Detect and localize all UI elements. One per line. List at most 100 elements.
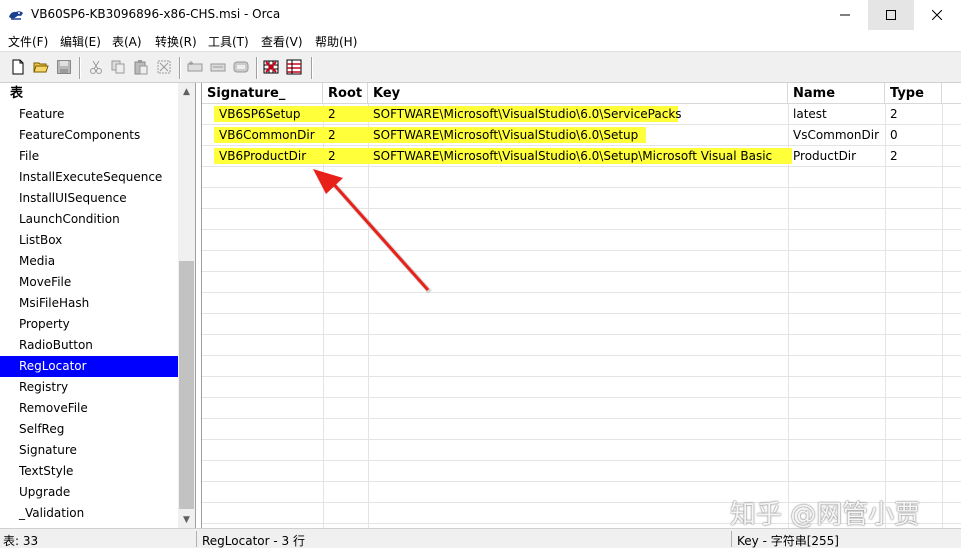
minimize-button[interactable] — [822, 0, 868, 30]
table-row[interactable] — [202, 419, 961, 440]
name-cell[interactable]: ProductDir — [788, 146, 885, 167]
table-list-item[interactable]: FeatureComponents — [0, 125, 178, 146]
table-list-item[interactable]: RadioButton — [0, 335, 178, 356]
table-list-item[interactable]: MsiFileHash — [0, 293, 178, 314]
menu-view[interactable]: 查看(V) — [261, 33, 303, 50]
add-row-icon[interactable] — [187, 59, 203, 75]
table-row[interactable] — [202, 356, 961, 377]
menu-edit[interactable]: 编辑(E) — [60, 33, 101, 50]
table-list-item[interactable]: ListBox — [0, 230, 178, 251]
column-header-name[interactable]: Name — [788, 83, 885, 104]
merge-icon[interactable] — [286, 59, 302, 75]
grid-rows: VB6SP6Setup 2 SOFTWARE\Microsoft\VisualStu… — [202, 104, 961, 524]
table-list-item[interactable]: InstallExecuteSequence — [0, 167, 178, 188]
table-list-item[interactable]: Feature — [0, 104, 178, 125]
root-cell[interactable]: 2 — [323, 104, 368, 125]
grid-pane: Signature_ Root Key Name Type VB6SP6Setu… — [201, 83, 961, 528]
tables-pane: 表 Feature FeatureComponents File InstallExe… — [0, 83, 196, 528]
table-icon[interactable] — [233, 59, 249, 75]
column-header-root[interactable]: Root — [323, 83, 368, 104]
table-row[interactable] — [202, 377, 961, 398]
menu-transform[interactable]: 转换(R) — [155, 33, 197, 50]
table-row[interactable] — [202, 314, 961, 335]
table-row[interactable]: VB6SP6Setup 2 SOFTWARE\Microsoft\VisualStu… — [202, 104, 961, 125]
table-list-item[interactable]: RegLocator — [0, 356, 178, 377]
table-row[interactable] — [202, 272, 961, 293]
type-cell[interactable]: 0 — [885, 125, 942, 146]
table-row[interactable]: VB6ProductDir 2 SOFTWARE\Microsoft\VisualS… — [202, 146, 961, 167]
table-row[interactable] — [202, 461, 961, 482]
table-list-item[interactable]: InstallUISequence — [0, 188, 178, 209]
table-list-item[interactable]: MoveFile — [0, 272, 178, 293]
table-list-item[interactable]: Property — [0, 314, 178, 335]
column-header-key[interactable]: Key — [368, 83, 788, 104]
tables-list: Feature FeatureComponents File InstallExecu… — [0, 104, 178, 524]
drop-row-icon[interactable] — [210, 59, 226, 75]
name-cell[interactable]: VsCommonDir — [788, 125, 885, 146]
signature-cell[interactable]: VB6ProductDir — [202, 146, 323, 167]
grid-header: Signature_ Root Key Name Type — [202, 83, 961, 104]
table-row[interactable] — [202, 209, 961, 230]
watermark: 知乎 @网管小贾 — [730, 500, 921, 530]
table-list-item[interactable]: File — [0, 146, 178, 167]
table-row[interactable] — [202, 440, 961, 461]
maximize-icon — [886, 10, 896, 20]
menu-file[interactable]: 文件(F) — [8, 33, 48, 50]
menu-tables[interactable]: 表(A) — [112, 33, 142, 50]
status-bar: 表: 33 RegLocator - 3 行 Key - 字符串[255] — [0, 528, 961, 548]
column-header-type[interactable]: Type — [885, 83, 942, 104]
name-cell[interactable]: latest — [788, 104, 885, 125]
paste-icon[interactable] — [133, 59, 149, 75]
app-icon — [9, 11, 23, 20]
title-bar: VB60SP6-KB3096896-x86-CHS.msi - Orca — [0, 0, 961, 30]
type-cell[interactable]: 2 — [885, 146, 942, 167]
save-icon[interactable] — [56, 59, 72, 75]
menu-tools[interactable]: 工具(T) — [208, 33, 249, 50]
table-row[interactable] — [202, 167, 961, 188]
table-list-item[interactable]: Registry — [0, 377, 178, 398]
table-row[interactable] — [202, 293, 961, 314]
scroll-down-icon[interactable]: ▼ — [178, 511, 195, 528]
type-cell[interactable]: 2 — [885, 104, 942, 125]
table-row[interactable] — [202, 398, 961, 419]
signature-cell[interactable]: VB6SP6Setup — [202, 104, 323, 125]
table-row[interactable] — [202, 251, 961, 272]
delete-icon[interactable] — [156, 59, 172, 75]
window-title: VB60SP6-KB3096896-x86-CHS.msi - Orca — [31, 7, 281, 21]
table-list-item[interactable]: LaunchCondition — [0, 209, 178, 230]
key-cell[interactable]: SOFTWARE\Microsoft\VisualStudio\6.0\Setu… — [368, 125, 788, 146]
open-icon[interactable] — [33, 59, 49, 75]
key-cell[interactable]: SOFTWARE\Microsoft\VisualStudio\6.0\Setu… — [368, 146, 788, 167]
root-cell[interactable]: 2 — [323, 146, 368, 167]
status-column-info: Key - 字符串[255] — [737, 534, 839, 548]
cut-icon[interactable] — [88, 59, 104, 75]
status-table-count: 表: 33 — [3, 534, 39, 548]
table-row[interactable] — [202, 335, 961, 356]
close-button[interactable] — [914, 0, 960, 30]
maximize-button[interactable] — [868, 0, 914, 30]
signature-cell[interactable]: VB6CommonDir — [202, 125, 323, 146]
table-row[interactable]: VB6CommonDir 2 SOFTWARE\Microsoft\VisualSt… — [202, 125, 961, 146]
table-list-item[interactable]: _Validation — [0, 503, 178, 524]
table-list-item[interactable]: RemoveFile — [0, 398, 178, 419]
validate-icon[interactable] — [263, 59, 279, 75]
tables-header: 表 — [10, 86, 24, 101]
toolbar — [0, 51, 961, 83]
copy-icon[interactable] — [110, 59, 126, 75]
table-list-item[interactable]: SelfReg — [0, 419, 178, 440]
menu-help[interactable]: 帮助(H) — [315, 33, 357, 50]
column-header-signature[interactable]: Signature_ — [202, 83, 323, 104]
tables-scrollbar[interactable]: ▲ ▼ — [178, 83, 195, 528]
table-list-item[interactable]: TextStyle — [0, 461, 178, 482]
table-row[interactable] — [202, 188, 961, 209]
table-list-item[interactable]: Signature — [0, 440, 178, 461]
root-cell[interactable]: 2 — [323, 125, 368, 146]
close-icon — [932, 10, 942, 20]
table-list-item[interactable]: Media — [0, 251, 178, 272]
new-icon[interactable] — [10, 59, 26, 75]
key-cell[interactable]: SOFTWARE\Microsoft\VisualStudio\6.0\Serv… — [368, 104, 788, 125]
table-list-item[interactable]: Upgrade — [0, 482, 178, 503]
table-row[interactable] — [202, 230, 961, 251]
scroll-up-icon[interactable]: ▲ — [178, 83, 195, 100]
scroll-thumb[interactable] — [179, 261, 194, 509]
